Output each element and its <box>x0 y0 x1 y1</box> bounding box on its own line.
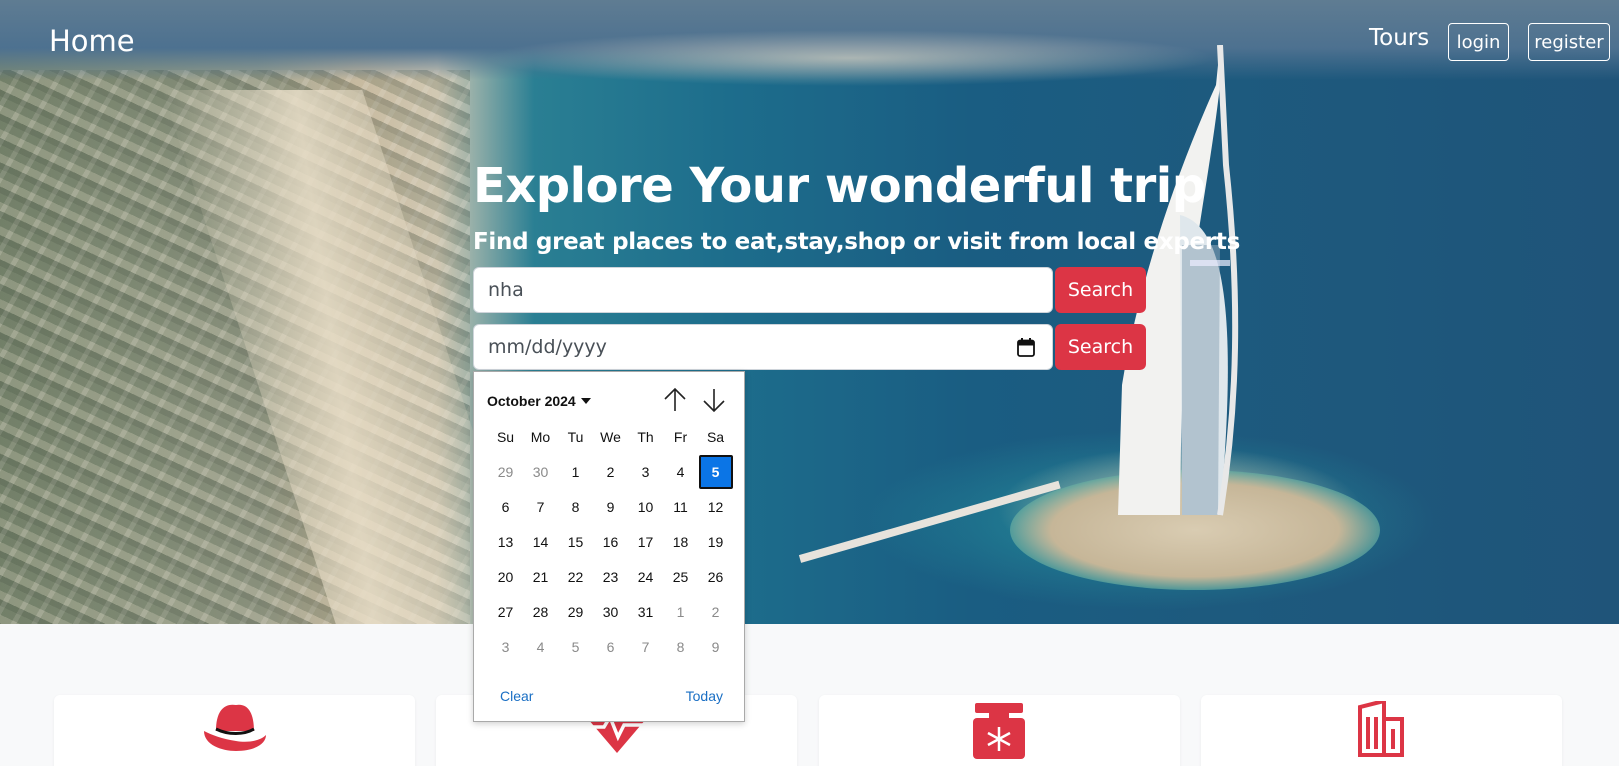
search-input[interactable]: nha <box>473 267 1053 313</box>
calendar-day[interactable]: 19 <box>698 534 733 550</box>
selected-day-label: 5 <box>698 454 733 489</box>
calendar-day[interactable]: 31 <box>628 604 663 620</box>
calendar-week-row: 29 30 1 2 3 4 5 <box>488 454 733 489</box>
calendar-day[interactable]: 6 <box>488 499 523 515</box>
feature-card[interactable] <box>819 695 1180 766</box>
calendar-day[interactable]: 2 <box>593 464 628 480</box>
calendar-week-row: 13 14 15 16 17 18 19 <box>488 524 733 559</box>
calendar-day[interactable]: 23 <box>593 569 628 585</box>
date-picker-popup: October 2024 Su Mo Tu We Th Fr Sa 29 30 … <box>473 371 745 722</box>
month-year-selector[interactable]: October 2024 <box>487 393 591 409</box>
hero-title: Explore Your wonderful trip <box>473 158 1206 214</box>
hero-subtitle: Find great places to eat,stay,shop or vi… <box>473 229 1240 255</box>
calendar-day[interactable]: 1 <box>663 604 698 620</box>
calendar-day[interactable]: 5 <box>558 639 593 655</box>
calendar-day[interactable]: 1 <box>558 464 593 480</box>
calendar-day[interactable]: 14 <box>523 534 558 550</box>
calendar-week-row: 3 4 5 6 7 8 9 <box>488 629 733 664</box>
calendar-week-row: 27 28 29 30 31 1 2 <box>488 594 733 629</box>
navbar: Home Tours login register <box>0 0 1619 86</box>
today-button[interactable]: Today <box>686 688 723 704</box>
calendar-day[interactable]: 22 <box>558 569 593 585</box>
calendar-day[interactable]: 29 <box>488 464 523 480</box>
caret-down-icon <box>580 398 591 404</box>
calendar-day[interactable]: 16 <box>593 534 628 550</box>
calendar-day[interactable]: 6 <box>593 639 628 655</box>
login-button[interactable]: login <box>1448 23 1509 61</box>
weekday-header-row: Su Mo Tu We Th Fr Sa <box>488 419 733 454</box>
cooler-snowflake-icon <box>973 703 1025 759</box>
date-input-placeholder: mm/dd/yyyy <box>488 336 607 358</box>
calendar-day[interactable]: 11 <box>663 499 698 515</box>
calendar-day[interactable]: 13 <box>488 534 523 550</box>
calendar-day[interactable]: 7 <box>628 639 663 655</box>
calendar-day[interactable]: 10 <box>628 499 663 515</box>
weekday-label: Su <box>496 428 515 445</box>
calendar-day[interactable]: 24 <box>628 569 663 585</box>
weekday-label: Th <box>637 428 654 445</box>
calendar-day[interactable]: 29 <box>558 604 593 620</box>
weekday-label: Tu <box>567 428 584 445</box>
calendar-day[interactable]: 18 <box>663 534 698 550</box>
weekday-label: Sa <box>706 428 725 445</box>
search-button[interactable]: Search <box>1055 267 1146 313</box>
date-picker-footer: Clear Today <box>500 688 723 704</box>
search-input-value: nha <box>488 279 524 301</box>
next-month-arrow-icon[interactable] <box>701 386 727 414</box>
calendar-day[interactable]: 27 <box>488 604 523 620</box>
calendar-day[interactable]: 15 <box>558 534 593 550</box>
date-search-button[interactable]: Search <box>1055 324 1146 370</box>
calendar-day[interactable]: 9 <box>698 639 733 655</box>
calendar-day[interactable]: 4 <box>523 639 558 655</box>
calendar-day[interactable]: 9 <box>593 499 628 515</box>
month-year-label: October 2024 <box>487 393 576 409</box>
date-search-form: mm/dd/yyyy Search <box>473 324 1146 370</box>
calendar-day[interactable]: 3 <box>628 464 663 480</box>
calendar-day[interactable]: 20 <box>488 569 523 585</box>
calendar-day[interactable]: 21 <box>523 569 558 585</box>
nav-tours-link[interactable]: Tours <box>1369 25 1429 51</box>
clear-date-button[interactable]: Clear <box>500 688 533 704</box>
calendar-day[interactable]: 30 <box>523 464 558 480</box>
calendar-grid: Su Mo Tu We Th Fr Sa 29 30 1 2 3 4 5 6 7… <box>488 419 733 664</box>
calendar-day[interactable]: 4 <box>663 464 698 480</box>
nav-home-link[interactable]: Home <box>49 24 135 58</box>
date-input[interactable]: mm/dd/yyyy <box>473 324 1053 370</box>
calendar-day[interactable]: 7 <box>523 499 558 515</box>
calendar-icon[interactable] <box>1017 338 1035 357</box>
calendar-week-row: 20 21 22 23 24 25 26 <box>488 559 733 594</box>
previous-month-arrow-icon[interactable] <box>662 386 688 414</box>
calendar-day-selected[interactable]: 5 <box>698 454 733 489</box>
calendar-day[interactable]: 30 <box>593 604 628 620</box>
calendar-day[interactable]: 28 <box>523 604 558 620</box>
hat-icon <box>204 704 266 751</box>
weekday-label: We <box>600 428 621 445</box>
weekday-label: Fr <box>673 428 688 445</box>
calendar-day[interactable]: 8 <box>663 639 698 655</box>
calendar-day[interactable]: 8 <box>558 499 593 515</box>
calendar-day[interactable]: 17 <box>628 534 663 550</box>
search-form: nha Search <box>473 267 1146 313</box>
calendar-day[interactable]: 26 <box>698 569 733 585</box>
calendar-day[interactable]: 25 <box>663 569 698 585</box>
feature-card[interactable] <box>1201 695 1562 766</box>
calendar-day[interactable]: 12 <box>698 499 733 515</box>
calendar-day[interactable]: 2 <box>698 604 733 620</box>
feature-card[interactable] <box>54 695 415 766</box>
calendar-week-row: 6 7 8 9 10 11 12 <box>488 489 733 524</box>
weekday-label: Mo <box>530 428 551 445</box>
building-icon <box>1358 701 1404 757</box>
calendar-day[interactable]: 3 <box>488 639 523 655</box>
register-button[interactable]: register <box>1528 23 1610 61</box>
